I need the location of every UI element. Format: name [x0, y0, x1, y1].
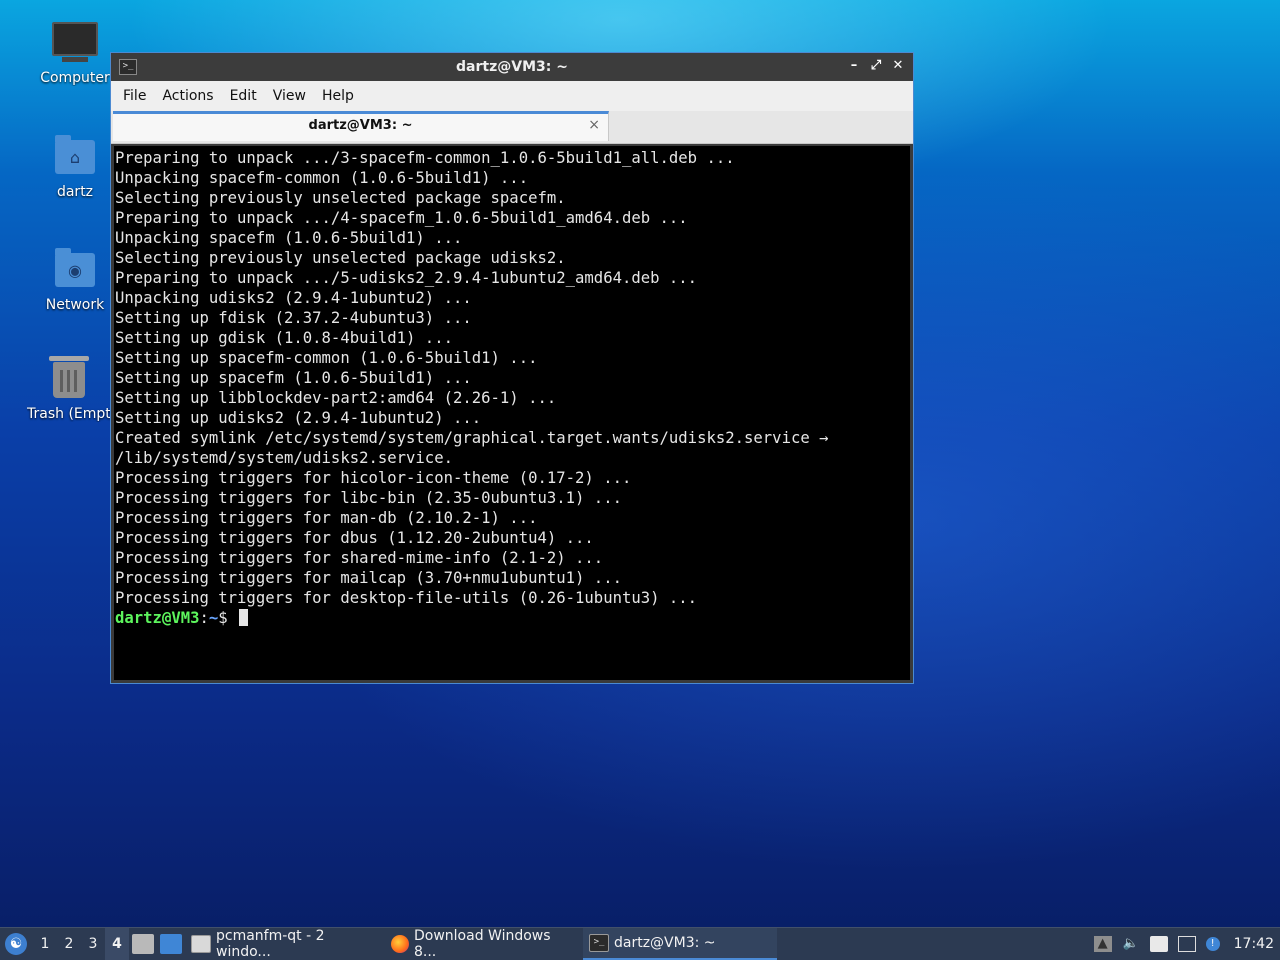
- network-folder-icon: ◉: [55, 248, 95, 287]
- desktop-icon-network[interactable]: ◉ Network: [27, 248, 123, 313]
- terminal-line: Unpacking spacefm-common (1.0.6-5build1)…: [115, 169, 529, 187]
- desktop-icon-label: Trash (Empty): [27, 406, 111, 422]
- tab-close-icon[interactable]: ×: [588, 117, 600, 133]
- workspace-1[interactable]: 1: [33, 936, 57, 952]
- task-label: pcmanfm-qt - 2 windo...: [216, 928, 325, 960]
- terminal-line: Setting up spacefm (1.0.6-5build1) ...: [115, 369, 472, 387]
- terminal-line: Preparing to unpack .../3-spacefm-common…: [115, 149, 735, 167]
- terminal-line: Unpacking spacefm (1.0.6-5build1) ...: [115, 229, 463, 247]
- computer-icon: [52, 22, 98, 62]
- terminal-line: Unpacking udisks2 (2.9.4-1ubuntu2) ...: [115, 289, 472, 307]
- workspace-2[interactable]: 2: [57, 936, 81, 952]
- terminal-line: Processing triggers for dbus (1.12.20-2u…: [115, 529, 594, 547]
- terminal-line: Setting up gdisk (1.0.8-4build1) ...: [115, 329, 453, 347]
- terminal-line: Setting up udisks2 (2.9.4-1ubuntu2) ...: [115, 409, 482, 427]
- tray-arrow-icon[interactable]: ▲: [1093, 936, 1112, 952]
- desktop-icon-computer[interactable]: Computer: [27, 22, 123, 86]
- terminal-line: Processing triggers for shared-mime-info…: [115, 549, 604, 567]
- close-button[interactable]: ✕: [889, 57, 907, 75]
- workspace-4[interactable]: 4: [105, 928, 129, 960]
- prompt-user: dartz@VM3: [115, 609, 200, 627]
- trash-icon: [49, 356, 89, 398]
- desktop-icon-label: Computer: [40, 70, 110, 86]
- tab-label: dartz@VM3: ~: [308, 118, 413, 133]
- update-notifier-icon[interactable]: !: [1205, 937, 1220, 951]
- window-icon: [191, 935, 211, 953]
- terminal-line: Processing triggers for libc-bin (2.35-0…: [115, 489, 622, 507]
- desktop-icon-home[interactable]: ⌂ dartz: [27, 135, 123, 200]
- firefox-icon: [391, 935, 409, 953]
- menu-help[interactable]: Help: [314, 88, 362, 104]
- minimize-button[interactable]: –: [845, 57, 863, 75]
- desktop-icon-trash[interactable]: Trash (Empty): [27, 356, 111, 422]
- prompt-separator: :: [199, 609, 209, 627]
- file-manager-launcher-icon[interactable]: [132, 934, 154, 954]
- terminal-line: Processing triggers for mailcap (3.70+nm…: [115, 569, 622, 587]
- terminal-line: Processing triggers for desktop-file-uti…: [115, 589, 698, 607]
- network-icon[interactable]: [1177, 936, 1196, 952]
- task-label: Download Windows 8...: [414, 928, 551, 960]
- task-pcmanfm[interactable]: pcmanfm-qt - 2 windo...: [185, 928, 385, 960]
- terminal-line: Processing triggers for man-db (2.10.2-1…: [115, 509, 538, 527]
- terminal-window: >_ dartz@VM3: ~ – ⤢ ✕ File Actions Edit …: [110, 52, 914, 684]
- terminal-line: Setting up fdisk (2.37.2-4ubuntu3) ...: [115, 309, 472, 327]
- task-terminal[interactable]: >_ dartz@VM3: ~: [583, 928, 777, 960]
- tab-terminal[interactable]: dartz@VM3: ~ ×: [113, 111, 609, 141]
- menu-edit[interactable]: Edit: [222, 88, 265, 104]
- terminal-line: Setting up spacefm-common (1.0.6-5build1…: [115, 349, 538, 367]
- prompt-path: ~: [208, 609, 219, 627]
- system-tray: ▲ 🔈 ! 17:42: [1093, 936, 1280, 952]
- terminal-line: /lib/systemd/system/udisks2.service.: [115, 449, 453, 467]
- terminal-line: Preparing to unpack .../5-udisks2_2.9.4-…: [115, 269, 698, 287]
- volume-icon[interactable]: 🔈: [1122, 936, 1140, 952]
- task-firefox[interactable]: Download Windows 8...: [385, 928, 583, 960]
- terminal-output[interactable]: Preparing to unpack .../3-spacefm-common…: [114, 146, 910, 680]
- prompt-symbol: $: [218, 609, 238, 627]
- tab-bar: dartz@VM3: ~ ×: [111, 111, 913, 144]
- window-titlebar[interactable]: >_ dartz@VM3: ~ – ⤢ ✕: [111, 53, 913, 81]
- terminal-line: Preparing to unpack .../4-spacefm_1.0.6-…: [115, 209, 688, 227]
- terminal-line: Processing triggers for hicolor-icon-the…: [115, 469, 632, 487]
- show-desktop-icon[interactable]: [160, 934, 182, 954]
- terminal-line: Created symlink /etc/systemd/system/grap…: [115, 429, 829, 447]
- menu-view[interactable]: View: [265, 88, 314, 104]
- clipboard-icon[interactable]: [1149, 936, 1168, 952]
- menu-actions[interactable]: Actions: [154, 88, 221, 104]
- taskbar: ☯ 1 2 3 4 pcmanfm-qt - 2 windo... Downlo…: [0, 927, 1280, 960]
- clock[interactable]: 17:42: [1234, 936, 1274, 952]
- terminal-icon: >_: [589, 934, 609, 952]
- text-cursor: [239, 609, 249, 626]
- terminal-line: Selecting previously unselected package …: [115, 189, 566, 207]
- menu-file[interactable]: File: [115, 88, 154, 104]
- task-label: dartz@VM3: ~: [614, 935, 716, 951]
- start-menu-icon[interactable]: ☯: [5, 933, 27, 955]
- terminal-app-icon[interactable]: >_: [119, 59, 137, 75]
- menu-bar: File Actions Edit View Help: [111, 81, 913, 111]
- window-title: dartz@VM3: ~: [456, 59, 568, 75]
- home-folder-icon: ⌂: [55, 135, 95, 174]
- workspace-3[interactable]: 3: [81, 936, 105, 952]
- terminal-line: Setting up libblockdev-part2:amd64 (2.26…: [115, 389, 557, 407]
- maximize-button[interactable]: ⤢: [867, 57, 885, 75]
- terminal-line: Selecting previously unselected package …: [115, 249, 566, 267]
- terminal-prompt[interactable]: dartz@VM3:~$: [115, 608, 910, 628]
- desktop-icon-label: dartz: [56, 184, 94, 200]
- desktop-icon-label: Network: [45, 297, 105, 313]
